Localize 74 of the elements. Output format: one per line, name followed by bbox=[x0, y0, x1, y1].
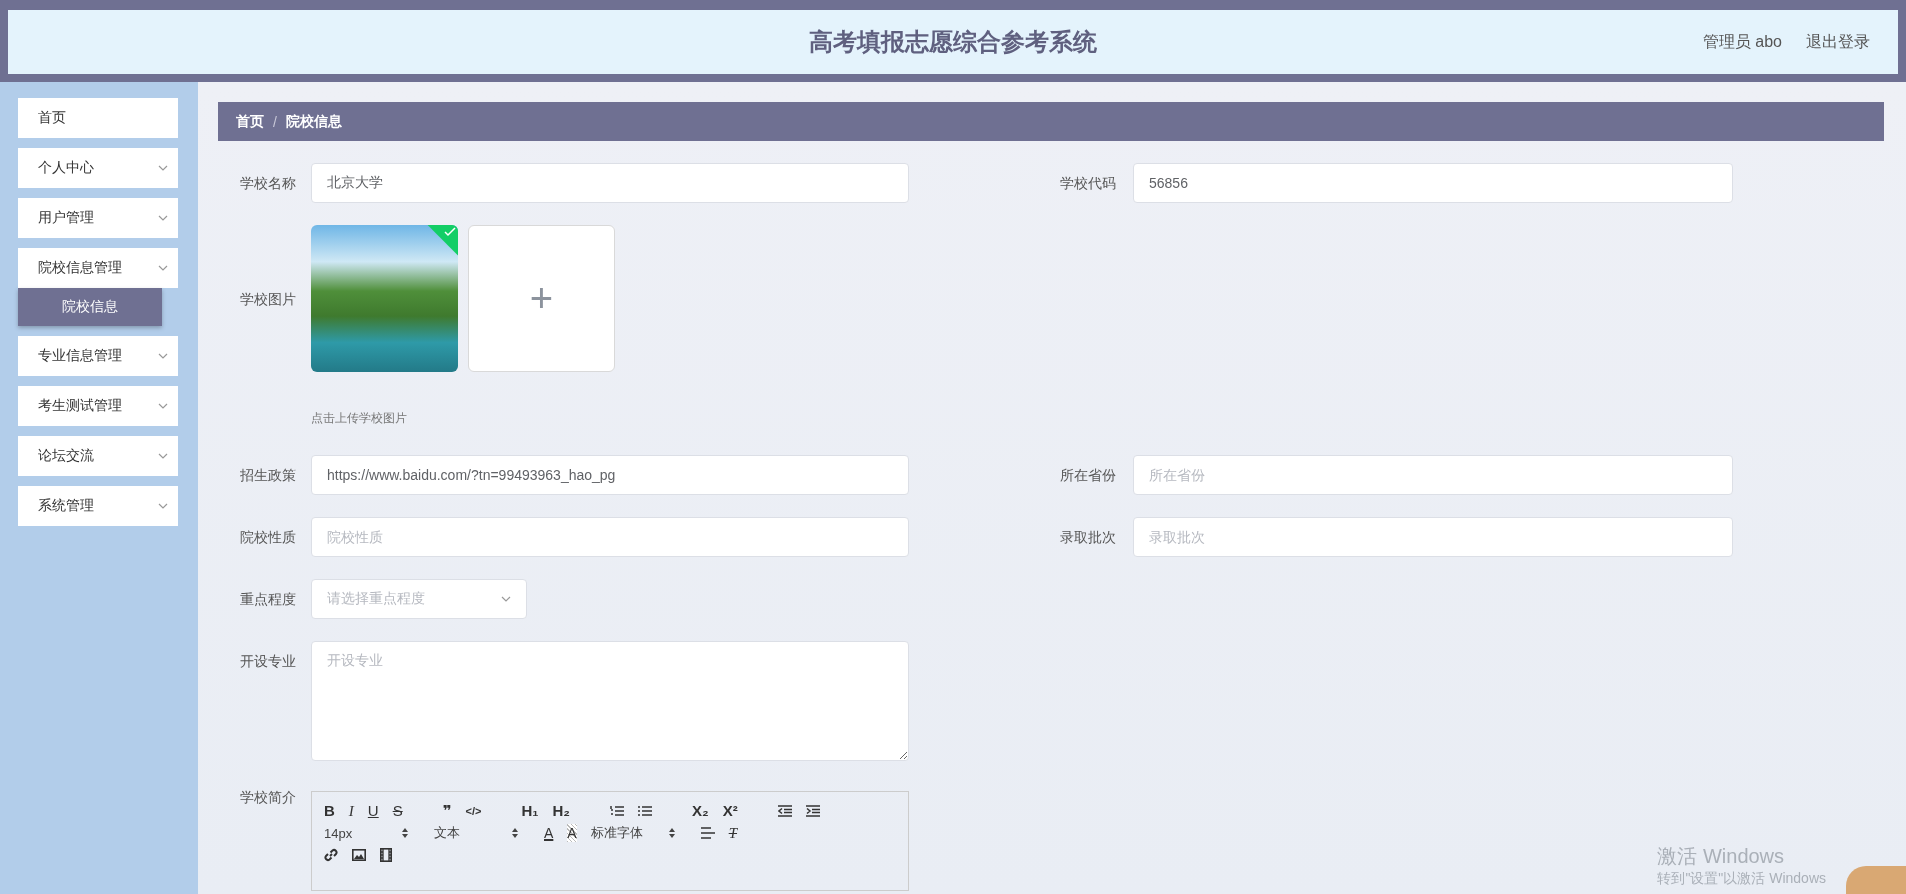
sidebar-item[interactable]: 论坛交流 bbox=[18, 436, 178, 476]
logout-link[interactable]: 退出登录 bbox=[1806, 31, 1870, 53]
text-area[interactable]: 开设专业 bbox=[311, 641, 909, 761]
sidebar-item[interactable]: 个人中心 bbox=[18, 148, 178, 188]
format-button[interactable]: X₂ bbox=[691, 802, 709, 820]
field-label: 所在省份 bbox=[1060, 466, 1117, 485]
format-button[interactable]: ❞ bbox=[442, 802, 452, 820]
format-button[interactable]: I bbox=[348, 802, 354, 820]
text-field[interactable]: 北京大学 bbox=[311, 163, 909, 203]
sidebar-item[interactable]: 考生测试管理 bbox=[18, 386, 178, 426]
chevron-down-icon bbox=[158, 265, 168, 271]
chevron-down-icon bbox=[158, 353, 168, 359]
text-field[interactable]: https://www.baidu.com/?tn=99493963_hao_pg bbox=[311, 455, 909, 495]
breadcrumb-link[interactable]: 首页 bbox=[236, 112, 264, 131]
chevron-down-icon bbox=[158, 403, 168, 409]
user-label: 管理员 abo bbox=[1702, 31, 1782, 52]
sidebar-item[interactable]: 专业信息管理 bbox=[18, 336, 178, 376]
field-label: 开设专业 bbox=[240, 652, 297, 671]
app-title: 高考填报志愿综合参考系统 bbox=[809, 27, 1097, 57]
field-label: 重点程度 bbox=[240, 590, 297, 609]
format-button[interactable]: T bbox=[728, 824, 738, 842]
format-button[interactable]: </> bbox=[465, 802, 482, 820]
photo-placeholder bbox=[1846, 866, 1906, 894]
sort-arrows-icon bbox=[668, 828, 675, 838]
image-icon[interactable] bbox=[352, 849, 366, 861]
chevron-down-icon bbox=[158, 165, 168, 171]
text-field[interactable]: 录取批次 bbox=[1133, 517, 1733, 557]
toolbar-dropdown[interactable]: 文本 bbox=[434, 824, 518, 842]
submenu-item[interactable]: 院校信息 bbox=[18, 288, 162, 326]
format-button[interactable]: B bbox=[324, 802, 335, 820]
text-field[interactable]: 所在省份 bbox=[1133, 455, 1733, 495]
field-label: 院校性质 bbox=[240, 528, 297, 547]
format-button[interactable]: X² bbox=[722, 802, 738, 820]
chevron-down-icon bbox=[158, 453, 168, 459]
toolbar-dropdown[interactable]: 14px bbox=[324, 825, 408, 841]
sidebar-item[interactable]: 院校信息管理 bbox=[18, 248, 178, 288]
sidebar-item[interactable]: 用户管理 bbox=[18, 198, 178, 238]
outdent-icon[interactable] bbox=[777, 805, 792, 817]
bullet-list-icon[interactable] bbox=[637, 805, 652, 817]
format-button[interactable]: U bbox=[367, 802, 379, 820]
format-button[interactable]: A bbox=[544, 824, 554, 842]
format-button[interactable]: H₁ bbox=[521, 802, 539, 820]
format-button[interactable]: S bbox=[392, 802, 403, 820]
indent-icon[interactable] bbox=[805, 805, 820, 817]
align-left-icon[interactable] bbox=[700, 827, 715, 839]
photo-placeholder[interactable] bbox=[311, 225, 458, 372]
field-label: 学校图片 bbox=[240, 289, 297, 309]
rich-text-editor[interactable]: B I U S ❞ </> H₁ H₂ X₂ X² 14px 文本 A A 标准字体 T bbox=[311, 791, 909, 891]
text-field[interactable]: 院校性质 bbox=[311, 517, 909, 557]
film-icon[interactable] bbox=[380, 848, 392, 862]
field-label: 学校简介 bbox=[240, 788, 297, 807]
chevron-down-icon bbox=[158, 215, 168, 221]
field-label: 学校代码 bbox=[1060, 174, 1117, 193]
field-label: 学校名称 bbox=[240, 174, 297, 193]
field-label: 招生政策 bbox=[240, 466, 297, 485]
activation-subtitle: 转到"设置"以激活 Windows bbox=[1657, 870, 1826, 888]
breadcrumb-link[interactable]: 院校信息 bbox=[285, 112, 342, 131]
sidebar-item[interactable]: 首页 bbox=[18, 98, 178, 138]
chevron-down-icon bbox=[158, 503, 168, 509]
sidebar-item[interactable]: 系统管理 bbox=[18, 486, 178, 526]
sort-arrows-icon bbox=[402, 828, 408, 838]
ordered-list-icon[interactable] bbox=[609, 805, 624, 817]
sort-arrows-icon bbox=[512, 828, 518, 838]
format-button[interactable]: A bbox=[567, 824, 577, 842]
breadcrumb-separator: / bbox=[273, 113, 277, 130]
format-button[interactable]: H₂ bbox=[552, 802, 570, 820]
toolbar-dropdown[interactable]: 标准字体 bbox=[590, 824, 675, 842]
upload-hint: 点击上传学校图片 bbox=[311, 410, 407, 427]
link-icon[interactable] bbox=[324, 848, 338, 862]
chevron-down-icon bbox=[501, 596, 511, 602]
check-icon bbox=[444, 227, 456, 237]
field-label: 录取批次 bbox=[1060, 528, 1117, 547]
activation-title: 激活 Windows bbox=[1657, 844, 1786, 869]
text-field[interactable]: 56856 bbox=[1133, 163, 1733, 203]
